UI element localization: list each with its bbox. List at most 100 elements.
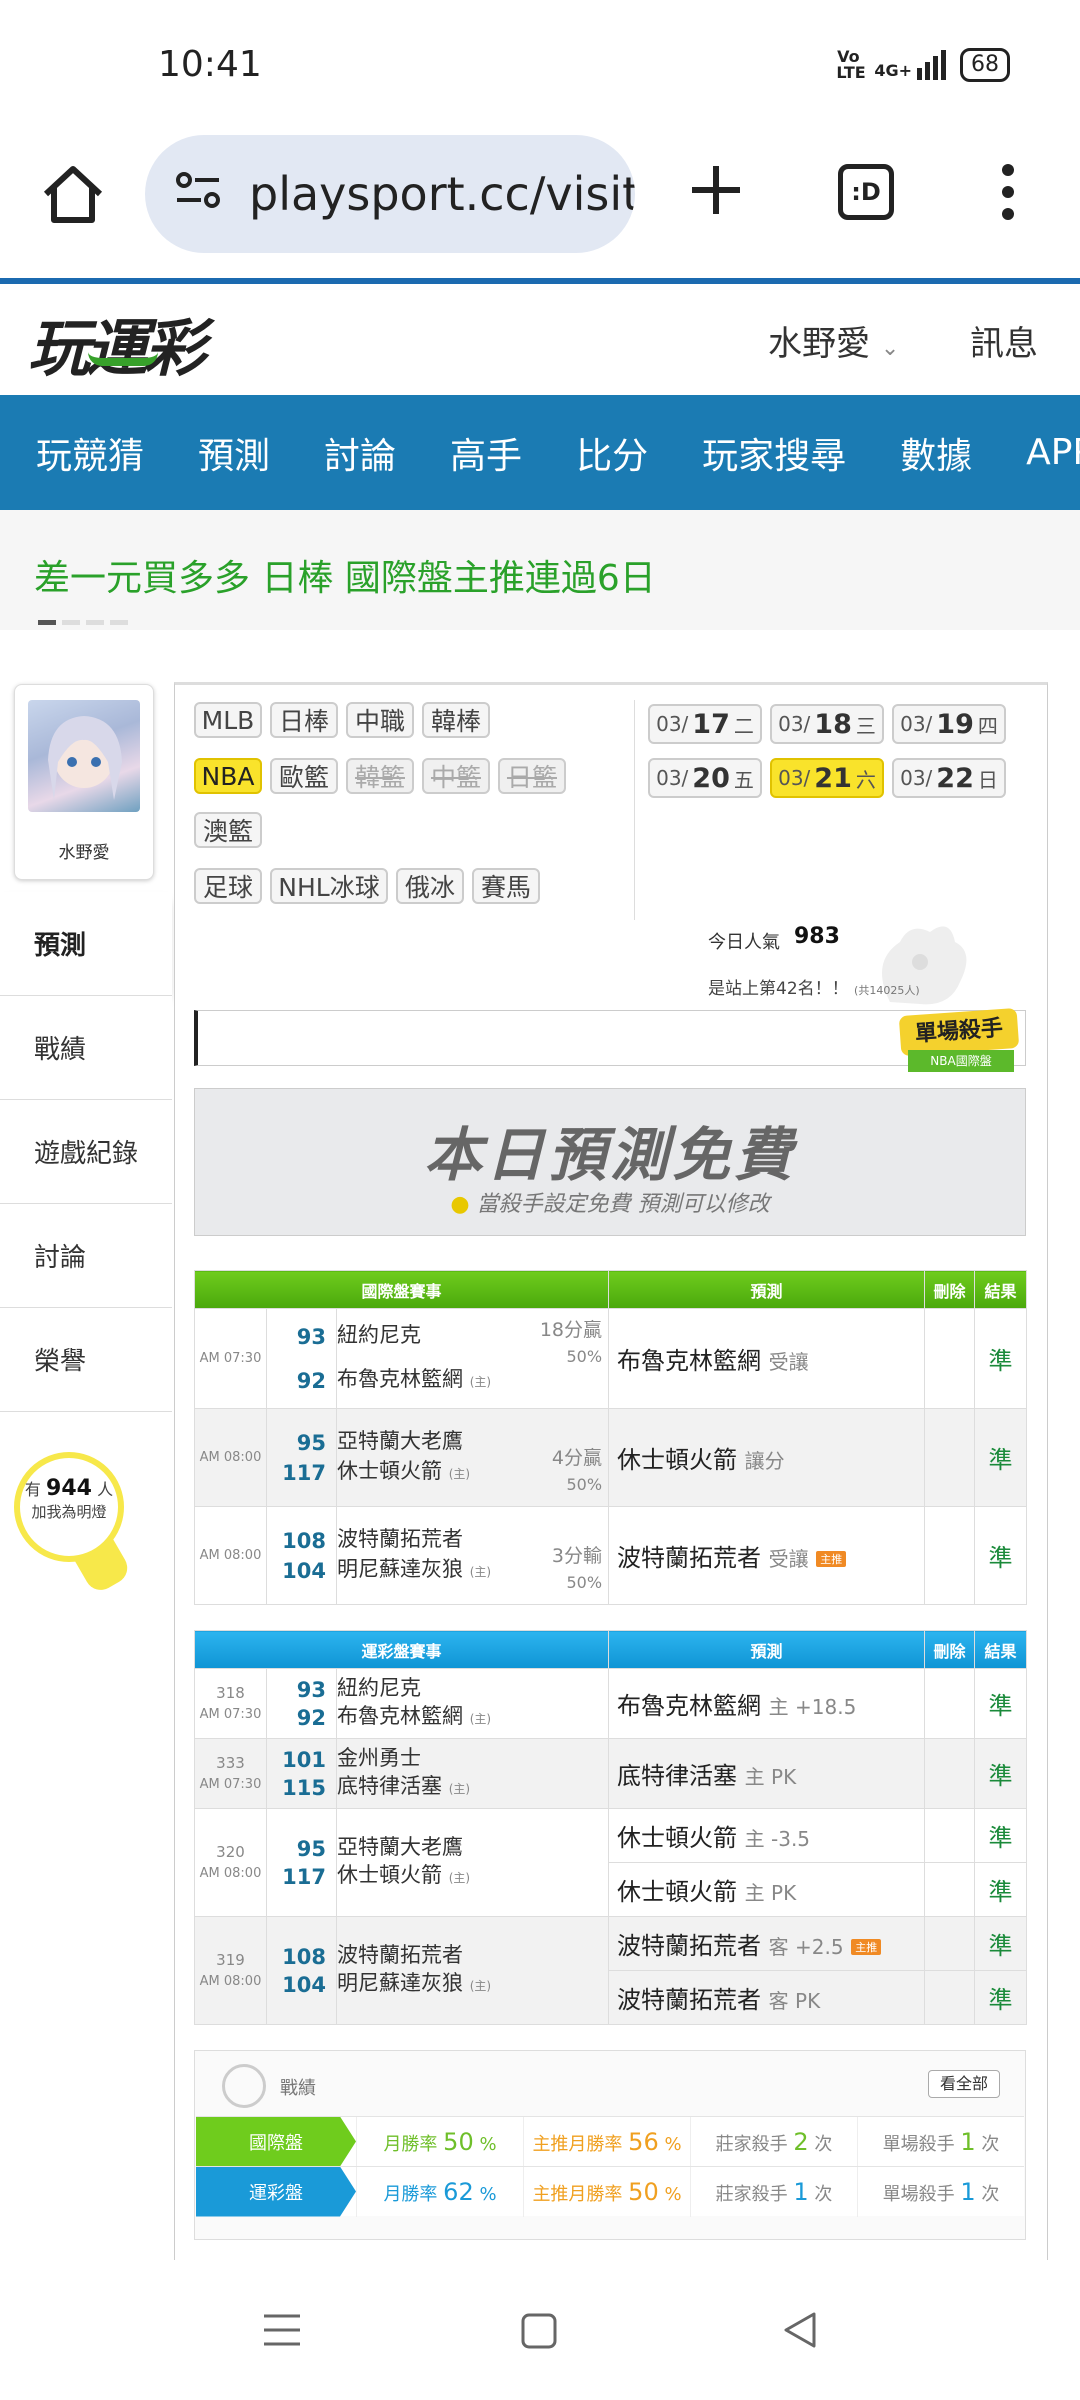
record-title: 戰績 (280, 2078, 316, 2099)
pager-dot[interactable] (62, 620, 80, 625)
record-tag: 國際盤 (196, 2116, 356, 2167)
home-nav-icon[interactable] (520, 2312, 558, 2354)
monthly-win-rate: 月勝率 62 % (356, 2166, 523, 2217)
banner-title: 本日預測免費 (423, 1121, 796, 1189)
status-icons: Vo LTE 4G+ 68 (836, 48, 1010, 82)
messages-link[interactable]: 訊息 (970, 316, 1038, 365)
table-row: 320 AM 08:00 95 117 亞特蘭大老鷹 休士頓火箭 (主) 休士頓火箭 … (194, 1808, 1028, 1917)
sidebar-item-predict[interactable]: 預測 (0, 892, 172, 996)
main-monthly-win-rate: 主推月勝率 50 % (523, 2166, 690, 2217)
home-icon[interactable] (38, 160, 108, 230)
league-cpbl[interactable]: 中職 (346, 702, 414, 738)
nav-item[interactable]: 預測 (198, 427, 270, 479)
chevron-down-icon: ⌄ (880, 336, 900, 361)
main-pick-tag: 主推 (851, 1939, 882, 1955)
league-nba[interactable]: NBA (194, 758, 262, 794)
ticker-text[interactable]: 差一元買多多 日棒 國際盤主推連過6日 (34, 549, 656, 601)
view-all-button[interactable]: 看全部 (928, 2070, 1000, 2098)
banner-subtitle: ● 當殺手設定免費 預測可以修改 (450, 1192, 770, 1217)
league-kbl: 韓籃 (346, 758, 414, 794)
league-nhl[interactable]: NHL冰球 (270, 868, 388, 904)
pager-dot[interactable] (38, 620, 56, 625)
avatar[interactable] (28, 700, 140, 812)
logo-swoosh (88, 352, 158, 366)
url-text: playsport.cc/visit (249, 167, 635, 221)
follow-bulb[interactable]: 有 944 人 加我為明燈 (14, 1452, 124, 1562)
league-nbl[interactable]: 澳籃 (194, 812, 262, 848)
sidebar-item-record[interactable]: 戰績 (0, 996, 172, 1100)
url-bar[interactable]: playsport.cc/visit (145, 135, 635, 253)
nav-item[interactable]: 討論 (324, 427, 396, 479)
back-icon[interactable] (780, 2310, 820, 2354)
lottery-predictions-table: 運彩盤賽事 預測 刪除 結果 318 AM 07:30 93 92 紐約尼克 布魯克林… (193, 1630, 1028, 2025)
record-row-lottery: 運彩盤 月勝率 62 % 主推月勝率 50 % 莊家殺手 1 次 單場殺手 1 … (196, 2166, 1024, 2217)
date-button[interactable]: 03/20 五 (648, 758, 762, 798)
league-soccer[interactable]: 足球 (194, 868, 262, 904)
sidebar-item-discuss[interactable]: 討論 (0, 1204, 172, 1308)
single-killer-badge: 單場殺手 NBA國際盤 (898, 1007, 1020, 1076)
league-euro-bball[interactable]: 歐籃 (270, 758, 338, 794)
filter-divider (634, 700, 635, 920)
table-header: 運彩盤賽事 (193, 1630, 610, 1669)
date-button-selected[interactable]: 03/21 六 (770, 758, 884, 798)
table-header: 國際盤賽事 (193, 1270, 610, 1309)
date-button[interactable]: 03/22 日 (892, 758, 1006, 798)
date-button[interactable]: 03/18 三 (770, 704, 884, 744)
main-pick-tag: 主推 (816, 1551, 847, 1567)
league-npb[interactable]: 日棒 (270, 702, 338, 738)
league-horse[interactable]: 賽馬 (472, 868, 540, 904)
league-mlb[interactable]: MLB (194, 702, 262, 738)
league-khl[interactable]: 俄冰 (396, 868, 464, 904)
record-row-intl: 國際盤 月勝率 50 % 主推月勝率 56 % 莊家殺手 2 次 單場殺手 1 … (196, 2116, 1024, 2167)
new-tab-icon[interactable] (688, 162, 744, 218)
date-button[interactable]: 03/17 二 (648, 704, 762, 744)
status-time: 10:41 (158, 44, 262, 85)
header-divider (0, 278, 1080, 284)
pager-dot[interactable] (110, 620, 128, 625)
table-row: AM 07:30 93 92 紐約尼克 布魯克林籃網 (主) 18分贏 50% 布魯… (194, 1308, 1028, 1409)
table-row: AM 08:00 108 104 波特蘭拓荒者 明尼蘇達灰狼 (主) 3分輸 50%… (194, 1506, 1028, 1605)
site-logo[interactable]: 玩運彩 (28, 298, 206, 388)
popularity-label: 今日人氣 (708, 932, 780, 953)
dealer-killer: 莊家殺手 1 次 (690, 2166, 857, 2217)
pager-dot[interactable] (86, 620, 104, 625)
single-killer: 單場殺手 1 次 (857, 2116, 1024, 2167)
target-icon (222, 2064, 266, 2108)
battery-icon: 68 (960, 48, 1010, 82)
table-header: 刪除 (924, 1270, 976, 1309)
nav-item[interactable]: APP (1026, 432, 1080, 473)
profile-name: 水野愛 (58, 843, 110, 863)
user-menu[interactable]: 水野愛 ⌄ (768, 316, 899, 365)
date-button[interactable]: 03/19 四 (892, 704, 1006, 744)
popularity-value: 983 (794, 924, 840, 949)
sidebar-item-honor[interactable]: 榮譽 (0, 1308, 172, 1412)
league-kbo[interactable]: 韓棒 (422, 702, 490, 738)
table-header: 結果 (974, 1270, 1028, 1309)
intl-predictions-table: 國際盤賽事 預測 刪除 結果 AM 07:30 93 92 紐約尼克 布魯克林籃網… (193, 1270, 1028, 1605)
monthly-win-rate: 月勝率 50 % (356, 2116, 523, 2167)
recents-icon[interactable] (262, 2310, 302, 2354)
table-row: AM 08:00 95 117 亞特蘭大老鷹 休士頓火箭 (主) 4分贏 50% 休… (194, 1408, 1028, 1507)
rank-text: 是站上第42名！！ (共14025人) (708, 979, 920, 999)
nav-item[interactable]: 高手 (450, 427, 522, 479)
more-menu-icon[interactable] (996, 162, 1020, 222)
volte-icon: Vo LTE (836, 47, 866, 82)
main-monthly-win-rate: 主推月勝率 56 % (523, 2116, 690, 2167)
table-header: 結果 (974, 1630, 1028, 1669)
nav-item[interactable]: 比分 (576, 427, 648, 479)
record-tag: 運彩盤 (196, 2166, 356, 2217)
league-jbl: 日籃 (498, 758, 566, 794)
table-row: 318 AM 07:30 93 92 紐約尼克 布魯克林籃網 (主) 布魯克林籃網 主… (194, 1668, 1028, 1739)
table-header: 預測 (608, 1630, 926, 1669)
single-killer: 單場殺手 1 次 (857, 2166, 1024, 2217)
sidebar-item-game-log[interactable]: 遊戲紀錄 (0, 1100, 172, 1204)
nav-item[interactable]: 玩競猜 (36, 427, 144, 479)
signal-icon: 4G+ (874, 50, 946, 80)
nav-item[interactable]: 數據 (900, 427, 972, 479)
table-header: 預測 (608, 1270, 926, 1309)
table-row: 333 AM 07:30 101 115 金州勇士 底特律活塞 (主) 底特律活塞 主… (194, 1738, 1028, 1809)
tabs-button[interactable]: :D (838, 164, 894, 220)
nav-item[interactable]: 玩家搜尋 (702, 427, 846, 479)
site-settings-icon[interactable] (175, 167, 221, 221)
main-nav: 玩競猜 預測 討論 高手 比分 玩家搜尋 數據 APP (0, 395, 1080, 510)
